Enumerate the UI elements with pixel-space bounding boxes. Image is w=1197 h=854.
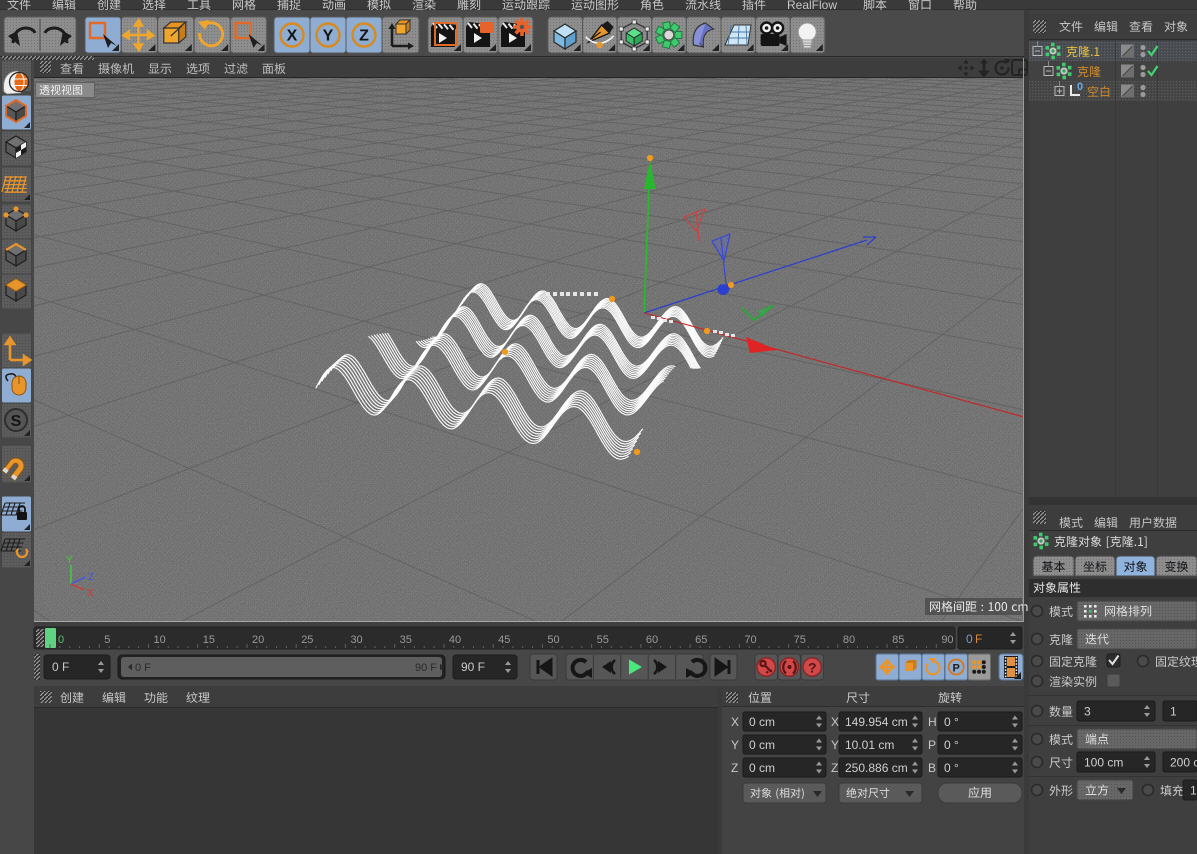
svg-text:10: 10 [153,634,165,646]
svg-text:40: 40 [449,634,461,646]
svg-text:X: X [287,28,298,45]
svg-text:80: 80 [843,634,855,646]
svg-text:100 cm: 100 cm [1084,756,1123,770]
svg-text:90 F: 90 F [461,660,485,674]
svg-text:P: P [953,663,960,675]
svg-text:10: 10 [1190,784,1197,798]
svg-text:75: 75 [794,634,806,646]
svg-text:Y: Y [831,738,839,752]
svg-text:15: 15 [203,634,215,646]
svg-text:10.01 cm: 10.01 cm [845,738,894,752]
svg-text:0 °: 0 ° [944,715,959,729]
svg-text:P: P [928,738,936,752]
svg-text:Z: Z [831,761,838,775]
svg-text:Z: Z [359,28,369,45]
svg-text:85: 85 [892,634,904,646]
svg-text:0 cm: 0 cm [749,738,775,752]
svg-text:F: F [975,632,982,646]
svg-text:35: 35 [400,634,412,646]
svg-text:?: ? [808,660,817,676]
svg-text:60: 60 [646,634,658,646]
svg-text:RealFlow: RealFlow [787,0,837,12]
svg-text:X: X [831,715,839,729]
svg-text:70: 70 [744,634,756,646]
svg-text:90: 90 [941,634,953,646]
svg-text:30: 30 [350,634,362,646]
svg-text:55: 55 [597,634,609,646]
svg-text:45: 45 [498,634,510,646]
svg-text:Y: Y [731,738,739,752]
svg-text:50: 50 [547,634,559,646]
svg-text:0 F: 0 F [52,660,69,674]
svg-text:0 °: 0 ° [944,738,959,752]
svg-text:90 F: 90 F [415,662,437,674]
svg-text:S: S [11,413,22,430]
svg-text:H: H [928,715,937,729]
svg-text:0 F: 0 F [135,662,151,674]
svg-text:0 cm: 0 cm [749,761,775,775]
svg-text:149.954 cm: 149.954 cm [845,715,908,729]
svg-text:25: 25 [301,634,313,646]
svg-text:B: B [928,761,936,775]
svg-text:1: 1 [1170,705,1177,719]
svg-text:5: 5 [104,634,110,646]
svg-text:X: X [731,715,739,729]
svg-text:0 cm: 0 cm [749,715,775,729]
svg-text:65: 65 [695,634,707,646]
svg-text:Z: Z [731,761,738,775]
svg-text:0: 0 [966,632,973,646]
svg-text:250.886 cm: 250.886 cm [845,761,908,775]
svg-text:200 c: 200 c [1170,756,1197,770]
svg-text:Y: Y [323,28,334,45]
svg-text:0 °: 0 ° [944,761,959,775]
svg-text:0: 0 [58,634,64,646]
svg-text:20: 20 [252,634,264,646]
svg-text:3: 3 [1084,705,1091,719]
svg-text:0: 0 [1077,81,1083,93]
